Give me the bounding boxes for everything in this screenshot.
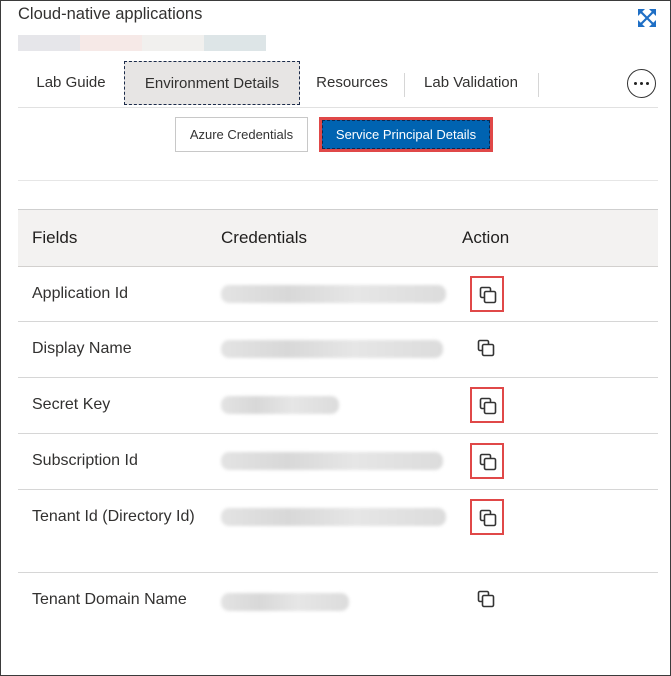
field-label: Secret Key bbox=[32, 396, 111, 413]
table-row: Application Id bbox=[18, 267, 658, 322]
expand-icon[interactable] bbox=[637, 8, 657, 28]
credential-value bbox=[221, 396, 339, 414]
header-credentials: Credentials bbox=[221, 228, 307, 247]
copy-icon[interactable] bbox=[470, 331, 504, 367]
tab-lab-guide[interactable]: Lab Guide bbox=[18, 61, 124, 105]
field-label: Tenant Domain Name bbox=[32, 591, 187, 608]
credential-value bbox=[221, 285, 446, 303]
field-label: Tenant Id (Directory Id) bbox=[32, 508, 195, 525]
table-row: Subscription Id bbox=[18, 434, 658, 490]
copy-icon[interactable] bbox=[470, 443, 504, 479]
table-row: Tenant Domain Name bbox=[18, 573, 658, 661]
tab-separator bbox=[538, 73, 539, 97]
divider bbox=[18, 180, 658, 181]
color-swatch bbox=[18, 35, 80, 51]
tab-environment-details[interactable]: Environment Details bbox=[124, 61, 300, 105]
header-fields: Fields bbox=[32, 228, 78, 247]
color-bar bbox=[18, 35, 266, 51]
color-swatch bbox=[204, 35, 266, 51]
tab-bar: Lab Guide Environment Details Resources … bbox=[18, 61, 658, 108]
header-action: Action bbox=[462, 228, 510, 247]
field-label: Application Id bbox=[32, 285, 129, 302]
field-label: Subscription Id bbox=[32, 452, 138, 469]
ellipsis-icon[interactable] bbox=[627, 69, 656, 98]
panel-title: Cloud-native applications bbox=[18, 5, 203, 23]
copy-icon[interactable] bbox=[470, 582, 504, 618]
color-swatch bbox=[142, 35, 204, 51]
table-header: Fields Credentials Action bbox=[18, 210, 658, 267]
table-row: Secret Key bbox=[18, 378, 658, 434]
color-swatch bbox=[80, 35, 142, 51]
copy-icon[interactable] bbox=[470, 387, 504, 423]
credential-value bbox=[221, 508, 446, 526]
tab-resources[interactable]: Resources bbox=[302, 61, 402, 105]
credential-value bbox=[221, 452, 443, 470]
table-row: Display Name bbox=[18, 322, 658, 378]
azure-credentials-button[interactable]: Azure Credentials bbox=[175, 117, 308, 152]
field-label: Display Name bbox=[32, 340, 132, 357]
copy-icon[interactable] bbox=[470, 499, 504, 535]
table-row: Tenant Id (Directory Id) bbox=[18, 490, 658, 573]
copy-icon[interactable] bbox=[470, 276, 504, 312]
lab-panel: Cloud-native applications Lab Guide Envi… bbox=[0, 0, 671, 676]
service-principal-details-label: Service Principal Details bbox=[322, 120, 490, 149]
credentials-table: Fields Credentials Action Application Id… bbox=[18, 209, 658, 661]
tab-lab-validation[interactable]: Lab Validation bbox=[406, 61, 536, 105]
tab-separator bbox=[404, 73, 405, 97]
service-principal-details-button[interactable]: Service Principal Details bbox=[319, 117, 493, 152]
credential-value bbox=[221, 593, 349, 611]
credential-value bbox=[221, 340, 443, 358]
